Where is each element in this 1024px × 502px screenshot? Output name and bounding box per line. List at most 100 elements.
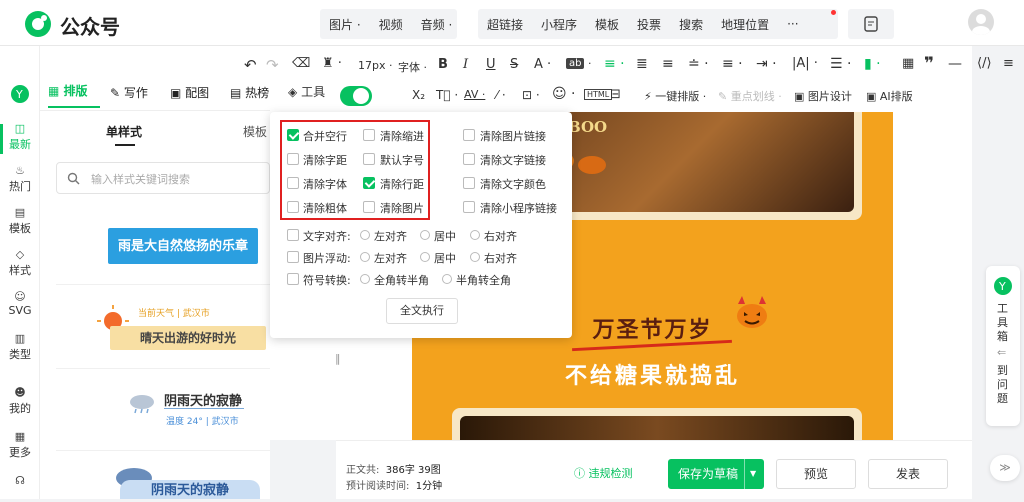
nav-template[interactable]: ▤ 模板 — [0, 206, 40, 236]
tab-hotlist[interactable]: ▤ 热榜 — [230, 84, 270, 101]
clear-format-icon[interactable]: ♜ · — [322, 56, 342, 71]
align-right-icon[interactable]: ≡ — [662, 56, 674, 72]
font-size-select[interactable]: 17px · — [358, 59, 393, 72]
avatar[interactable] — [968, 9, 994, 35]
radio-float-right[interactable] — [470, 252, 480, 262]
bold-icon[interactable]: B — [438, 57, 448, 72]
audio-menu[interactable]: 音频 · — [412, 16, 462, 33]
radio-full-to-half[interactable] — [360, 274, 370, 284]
tab-tools[interactable]: ◈ 工具 — [288, 83, 325, 100]
more-button[interactable]: ··· — [778, 17, 807, 31]
bg-color-caret[interactable]: · — [588, 57, 592, 70]
redo-icon[interactable]: ↷ — [266, 56, 279, 74]
drag-handle[interactable]: ‖ — [335, 352, 341, 365]
search-box[interactable]: 输入样式关键词搜索 — [56, 162, 270, 194]
style-item-sunny[interactable]: 当前天气 | 武汉市 晴天出游的好时光 — [96, 304, 266, 350]
toggle-switch[interactable] — [340, 86, 372, 106]
divider-line-icon[interactable]: — — [948, 56, 962, 72]
location-button[interactable]: 地理位置 — [712, 16, 778, 33]
save-draft-button[interactable]: 保存为草稿 ▼ — [668, 459, 764, 489]
tab-layout[interactable]: ▦ 排版 — [48, 82, 103, 102]
tab-write[interactable]: ✎ 写作 — [110, 84, 148, 101]
nav-svg[interactable]: ☺ SVG — [0, 290, 40, 317]
highlight-line-button[interactable]: ✎ 重点划线 · — [718, 88, 782, 104]
checkbox-clear-text-links[interactable] — [463, 153, 475, 165]
ai-layout-button[interactable]: ▣ AI排版 — [866, 88, 913, 104]
checkbox-clear-text-color[interactable] — [463, 177, 475, 189]
publish-button[interactable]: 发表 — [868, 459, 948, 489]
line-height-icon[interactable]: ≐ · — [688, 56, 709, 72]
checkbox-clear-font[interactable] — [287, 177, 299, 189]
superscript-icon[interactable]: T⃞ · — [436, 88, 458, 102]
quote-icon[interactable]: ❞ — [924, 54, 934, 74]
checkbox-default-font-size[interactable] — [363, 153, 375, 165]
execute-all-button[interactable]: 全文执行 — [386, 298, 458, 324]
checkbox-clear-letter-spacing[interactable] — [287, 153, 299, 165]
preview-phone-icon[interactable] — [848, 9, 894, 39]
nav-latest[interactable]: ◫ 最新 — [0, 122, 40, 152]
vote-button[interactable]: 投票 — [628, 16, 670, 33]
nav-hot[interactable]: ♨ 热门 — [0, 164, 40, 194]
chart-icon[interactable]: ⊡ · — [522, 88, 540, 102]
html-icon[interactable]: HTML — [584, 89, 613, 100]
subtab-template[interactable]: 模板 — [243, 123, 267, 140]
radio-align-left[interactable] — [360, 230, 370, 240]
style-item-cloudy[interactable]: 阴雨天的寂静 温度 24° | 武汉市 — [128, 388, 258, 432]
paragraph-spacing-icon[interactable]: ≡ · — [722, 56, 743, 72]
indent-icon[interactable]: ⇥ · — [756, 56, 777, 72]
one-click-layout-button[interactable]: ⚡ 一键排版 · — [644, 88, 706, 104]
letter-spacing-icon[interactable]: |A| · — [792, 56, 818, 71]
radio-float-center[interactable] — [420, 252, 430, 262]
nav-mine[interactable]: ☻ 我的 — [0, 386, 40, 416]
search-button[interactable]: 搜索 — [670, 16, 712, 33]
subtab-single[interactable]: 单样式 — [106, 123, 142, 140]
image-design-button[interactable]: ▣ 图片设计 — [794, 88, 852, 104]
list-icon[interactable]: ☰ · — [830, 56, 851, 72]
table-icon[interactable]: ▦ — [902, 56, 914, 71]
code-icon[interactable]: ⟨/⟩ — [977, 56, 992, 71]
undo-icon[interactable]: ↶ — [244, 56, 257, 74]
font-select[interactable]: 字体 · — [398, 59, 427, 75]
video-menu[interactable]: 视频 — [370, 16, 412, 33]
preview-button[interactable]: 预览 — [776, 459, 856, 489]
toolbox-icon[interactable]: ⊟ — [610, 87, 621, 102]
checkbox-clear-bold[interactable] — [287, 201, 299, 213]
subscript-icon[interactable]: X₂ — [412, 88, 425, 102]
block-style-icon[interactable]: ▮ · — [864, 56, 881, 72]
hyperlink-button[interactable]: 超链接 — [478, 16, 532, 33]
tab-image[interactable]: ▣ 配图 — [170, 84, 209, 101]
radio-align-right[interactable] — [470, 230, 480, 240]
italic-icon[interactable]: I — [463, 57, 468, 72]
clear-icon[interactable]: ≡ — [1003, 56, 1014, 71]
miniprogram-button[interactable]: 小程序 — [532, 16, 586, 33]
magic-wand-icon[interactable]: ⁄ · — [496, 88, 506, 102]
search-input[interactable]: 输入样式关键词搜索 — [91, 171, 190, 187]
nav-style[interactable]: ◇ 样式 — [0, 248, 40, 278]
underline-icon[interactable]: U — [486, 57, 496, 72]
nav-more[interactable]: ▦ 更多 — [0, 430, 40, 460]
strikethrough-icon[interactable]: S — [510, 57, 518, 72]
style-item-rain[interactable]: 雨是大自然悠扬的乐章 — [108, 228, 258, 264]
headset-icon[interactable]: ☊ — [0, 474, 40, 488]
checkbox-symbol-convert[interactable] — [287, 273, 299, 285]
nav-type[interactable]: ▥ 类型 — [0, 332, 40, 362]
radio-align-center[interactable] — [420, 230, 430, 240]
char-spacing-icon[interactable]: AV · — [464, 88, 485, 101]
template-button[interactable]: 模板 — [586, 16, 628, 33]
checkbox-clear-images[interactable] — [363, 201, 375, 213]
collapse-down-icon[interactable]: ≫ — [990, 455, 1020, 481]
checkbox-clear-miniprogram-links[interactable] — [463, 201, 475, 213]
checkbox-merge-empty-lines[interactable] — [287, 129, 299, 141]
checkbox-clear-line-height[interactable] — [363, 177, 375, 189]
align-center-icon[interactable]: ≣ — [636, 56, 648, 72]
emoji-icon[interactable]: ☺ · — [552, 86, 576, 102]
align-left-icon[interactable]: ≡ · — [604, 56, 625, 72]
font-color-icon[interactable]: A · — [534, 57, 551, 72]
checkbox-clear-indent[interactable] — [363, 129, 375, 141]
toolbox-float[interactable]: Y 工具箱 ⇐ 到问题 — [986, 266, 1020, 426]
background-color-icon[interactable]: ab — [566, 58, 585, 69]
radio-float-left[interactable] — [360, 252, 370, 262]
violation-check-button[interactable]: ⓘ 违规检测 — [574, 465, 633, 481]
style-item-cloudy-2[interactable]: 阴雨天的寂静 — [114, 466, 264, 499]
checkbox-text-align[interactable] — [287, 229, 299, 241]
